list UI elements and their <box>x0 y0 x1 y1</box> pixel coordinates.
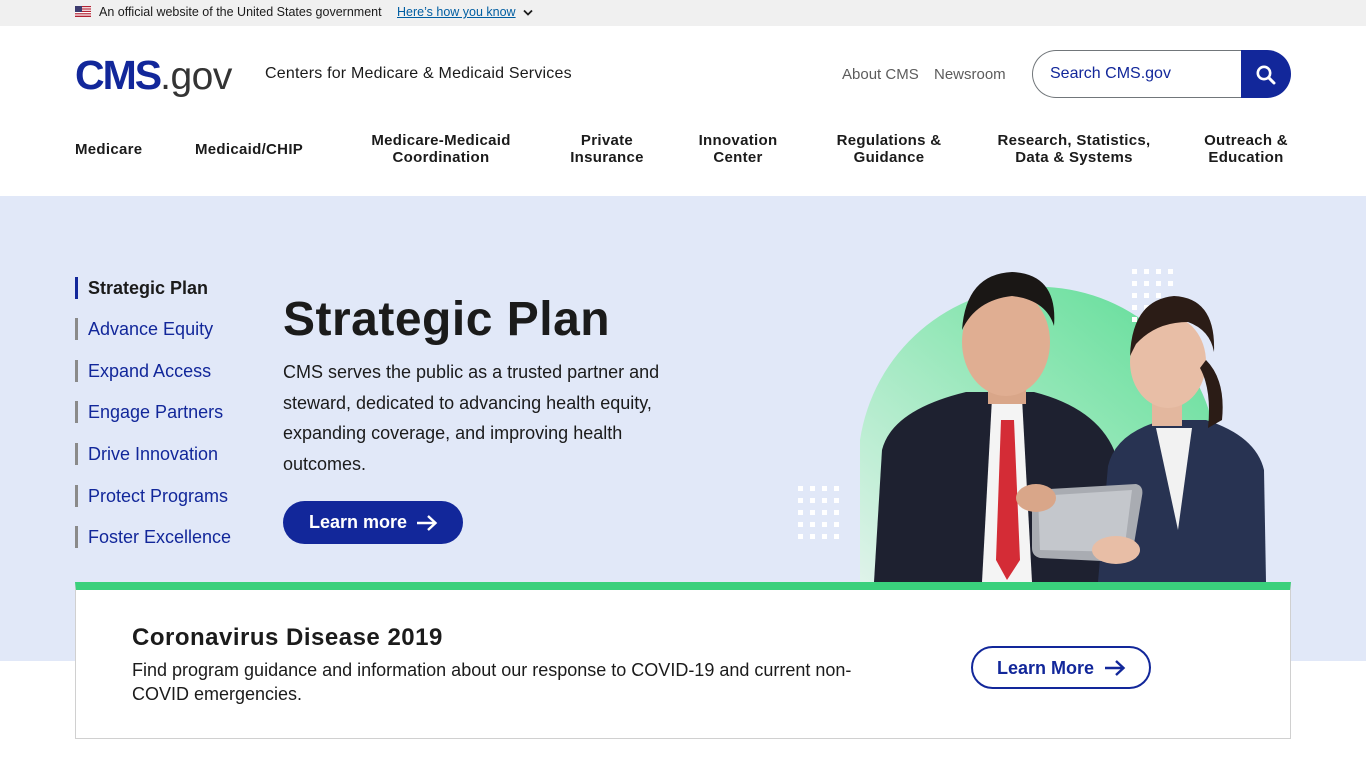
nav-private-insurance[interactable]: Private Insurance <box>562 132 652 166</box>
nav-label-line2: Guidance <box>853 149 925 166</box>
gov-banner-text: An official website of the United States… <box>99 5 382 19</box>
side-link-advance-equity[interactable]: Advance Equity <box>75 318 213 340</box>
covid-learn-more-label: Learn More <box>997 658 1095 678</box>
hero-title: Strategic Plan <box>283 293 611 346</box>
logo-gov-text: .gov <box>160 55 232 98</box>
side-link-foster-excellence[interactable]: Foster Excellence <box>75 526 231 548</box>
side-link-engage-partners[interactable]: Engage Partners <box>75 401 223 423</box>
nav-medicare[interactable]: Medicare <box>75 141 142 158</box>
nav-medicare-medicaid-coordination[interactable]: Medicare-Medicaid Coordination <box>368 132 514 166</box>
heres-how-you-know-link[interactable]: Here’s how you know <box>397 5 516 19</box>
us-flag-icon <box>75 6 91 17</box>
learn-more-button[interactable]: Learn more <box>283 501 463 544</box>
nav-medicaid-chip[interactable]: Medicaid/CHIP <box>195 141 303 158</box>
hero-photo <box>798 269 1266 582</box>
nav-label: Medicaid/CHIP <box>195 141 304 158</box>
nav-label-line1: Innovation <box>698 132 778 149</box>
nav-research-statistics[interactable]: Research, Statistics, Data & Systems <box>994 132 1154 166</box>
agency-name: Centers for Medicare & Medicaid Services <box>265 65 572 82</box>
nav-label-line1: Regulations & <box>836 132 942 149</box>
covid-card: Coronavirus Disease 2019 Find program gu… <box>75 582 1291 739</box>
search-icon <box>1256 65 1276 85</box>
nav-label-line2: Data & Systems <box>1015 149 1133 166</box>
search-button[interactable] <box>1241 50 1291 98</box>
nav-innovation-center[interactable]: Innovation Center <box>693 132 783 166</box>
covid-card-title: Coronavirus Disease 2019 <box>132 624 443 651</box>
arrow-right-icon <box>1105 660 1126 676</box>
chevron-down-icon[interactable] <box>523 9 533 17</box>
nav-label: Medicare <box>75 141 143 158</box>
search-field[interactable] <box>1032 50 1242 98</box>
side-link-drive-innovation[interactable]: Drive Innovation <box>75 443 218 465</box>
covid-card-description: Find program guidance and information ab… <box>132 660 852 704</box>
nav-regulations-guidance[interactable]: Regulations & Guidance <box>834 132 944 166</box>
nav-label-line1: Outreach & <box>1204 132 1288 149</box>
nav-label-line2: Education <box>1208 149 1284 166</box>
cms-logo[interactable]: CMS.gov <box>75 52 232 98</box>
learn-more-label: Learn more <box>309 512 408 532</box>
covid-learn-more-button[interactable]: Learn More <box>971 646 1151 689</box>
side-link-protect-programs[interactable]: Protect Programs <box>75 485 228 507</box>
hero-description: CMS serves the public as a trusted partn… <box>283 362 660 474</box>
nav-outreach-education[interactable]: Outreach & Education <box>1200 132 1292 166</box>
arrow-right-icon <box>417 515 438 531</box>
side-link-strategic-plan[interactable]: Strategic Plan <box>75 277 208 299</box>
side-link-expand-access[interactable]: Expand Access <box>75 360 211 382</box>
nav-label-line2: Center <box>713 149 763 166</box>
nav-label-line1: Private <box>580 132 634 149</box>
gov-banner: An official website of the United States… <box>0 0 1366 26</box>
nav-label-line1: Research, Statistics, <box>997 132 1151 149</box>
search-input[interactable] <box>1050 51 1230 97</box>
nav-label-line2: Coordination <box>392 149 490 166</box>
nav-label-line1: Medicare-Medicaid <box>371 132 511 149</box>
nav-label-line2: Insurance <box>570 149 644 166</box>
logo-cms-text: CMS <box>75 52 162 98</box>
about-cms-link[interactable]: About CMS <box>842 66 919 83</box>
newsroom-link[interactable]: Newsroom <box>934 66 1006 83</box>
